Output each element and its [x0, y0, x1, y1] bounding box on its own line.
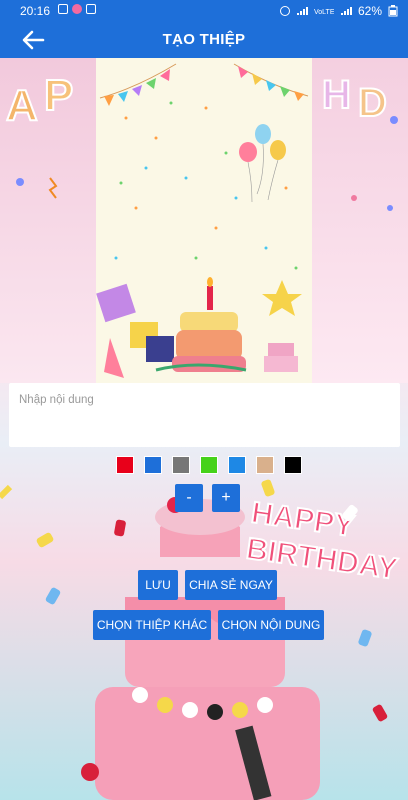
background-left-panel: A P [0, 58, 96, 383]
svg-text:P: P [44, 71, 73, 120]
save-button[interactable]: LƯU [138, 570, 178, 600]
color-picker [116, 456, 302, 474]
color-swatch-gray[interactable] [172, 456, 190, 474]
color-swatch-light-blue[interactable] [228, 456, 246, 474]
svg-text:A: A [6, 81, 38, 130]
system-icons: VoLTE 62% [279, 4, 398, 18]
increase-size-button[interactable]: + [212, 484, 240, 512]
battery-icon [388, 5, 398, 17]
balloon-letters-right: H D [321, 72, 398, 211]
status-time: 20:16 [20, 4, 51, 18]
share-now-button[interactable]: CHIA SẺ NGAY [185, 570, 277, 600]
battery-percentage: 62% [357, 4, 382, 18]
translate-icon [86, 4, 96, 14]
birthday-card-illustration [96, 63, 309, 378]
color-swatch-blue[interactable] [144, 456, 162, 474]
signal-icon [296, 7, 308, 15]
decrease-size-button[interactable]: - [175, 484, 203, 512]
status-bar: 20:16 VoLTE 62% [0, 0, 408, 22]
image-icon [58, 4, 68, 14]
app-bar: TẠO THIỆP [0, 22, 408, 58]
alarm-icon [279, 6, 290, 16]
svg-text:D: D [358, 81, 387, 125]
content-input-container [9, 383, 400, 447]
background-right-panel: H D [312, 58, 408, 383]
choose-content-button[interactable]: CHỌN NỘI DUNG [218, 610, 324, 640]
volte-signal-icon: VoLTE [314, 9, 334, 16]
svg-text:H: H [322, 73, 351, 117]
app-notification-icon [72, 4, 82, 14]
wifi-icon [340, 7, 352, 15]
svg-text:VoLTE: VoLTE [314, 9, 334, 16]
notification-icons [58, 4, 96, 14]
balloon-letters-left: A P [5, 70, 74, 199]
content-input[interactable] [17, 393, 381, 407]
color-swatch-tan[interactable] [256, 456, 274, 474]
color-swatch-red[interactable] [116, 456, 134, 474]
color-swatch-black[interactable] [284, 456, 302, 474]
color-swatch-green[interactable] [200, 456, 218, 474]
choose-other-card-button[interactable]: CHỌN THIỆP KHÁC [93, 610, 211, 640]
card-preview[interactable] [96, 58, 312, 383]
page-title: TẠO THIỆP [162, 31, 246, 48]
